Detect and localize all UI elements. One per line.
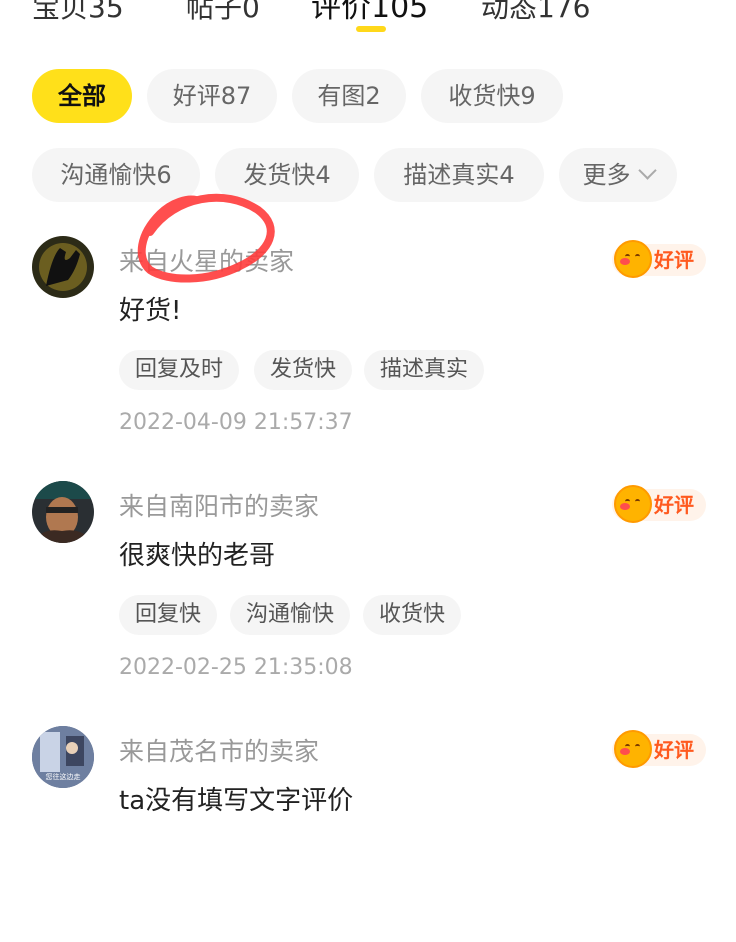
- review-timestamp: 2022-02-25 21:35:08: [119, 655, 353, 680]
- review-tag: 发货快: [254, 350, 353, 390]
- positive-review-badge: 好评: [612, 485, 706, 523]
- tab-posts[interactable]: 帖子0: [186, 0, 260, 30]
- avatar[interactable]: [32, 236, 94, 298]
- review-tag: 回复快: [119, 595, 218, 635]
- review-item: 您往这边走 来自茂名市的卖家 好评 ta没有填写文字评价: [0, 722, 736, 942]
- smile-face-icon: [614, 730, 652, 768]
- filter-fast-receipt[interactable]: 收货快9: [421, 69, 563, 123]
- review-tag: 回复及时: [119, 350, 240, 390]
- avatar[interactable]: [32, 481, 94, 543]
- review-tag: 描述真实: [364, 350, 485, 390]
- smile-face-icon: [614, 485, 652, 523]
- tab-items[interactable]: 宝贝35: [32, 0, 124, 30]
- chevron-down-icon: [637, 161, 657, 180]
- review-text: 好货!: [119, 296, 182, 326]
- badge-label: 好评: [654, 738, 694, 762]
- positive-review-badge: 好评: [612, 730, 706, 768]
- filter-more-button[interactable]: 更多: [559, 148, 677, 202]
- review-timestamp: 2022-04-09 21:57:37: [119, 410, 353, 435]
- review-text: ta没有填写文字评价: [119, 786, 354, 816]
- review-tag: 收货快: [363, 595, 462, 635]
- filter-positive[interactable]: 好评87: [147, 69, 277, 123]
- review-tag: 沟通愉快: [230, 595, 351, 635]
- tab-activity[interactable]: 动态176: [481, 0, 590, 30]
- active-tab-indicator: [356, 26, 386, 32]
- filter-fast-shipping[interactable]: 发货快4: [215, 148, 359, 202]
- review-item: 来自火星的卖家 好评 好货! 回复及时 发货快 描述真实 2022-04-09 …: [0, 232, 736, 452]
- avatar[interactable]: 您往这边走: [32, 726, 94, 788]
- filter-pleasant-communication[interactable]: 沟通愉快6: [32, 148, 200, 202]
- review-text: 很爽快的老哥: [119, 541, 276, 571]
- filter-all[interactable]: 全部: [32, 69, 132, 123]
- filter-accurate-description[interactable]: 描述真实4: [374, 148, 544, 202]
- filter-with-images[interactable]: 有图2: [292, 69, 406, 123]
- review-tabs: 宝贝35 帖子0 评价105 动态176: [0, 0, 736, 46]
- avatar-caption: 您往这边走: [45, 773, 81, 781]
- review-item: 来自南阳市的卖家 好评 很爽快的老哥 回复快 沟通愉快 收货快 2022-02-…: [0, 477, 736, 697]
- seller-location: 来自火星的卖家: [119, 247, 295, 276]
- badge-label: 好评: [654, 248, 694, 272]
- badge-label: 好评: [654, 493, 694, 517]
- smile-face-icon: [614, 240, 652, 278]
- seller-location: 来自南阳市的卖家: [119, 492, 320, 521]
- seller-location: 来自茂名市的卖家: [119, 737, 320, 766]
- more-label: 更多: [582, 161, 631, 189]
- positive-review-badge: 好评: [612, 240, 706, 278]
